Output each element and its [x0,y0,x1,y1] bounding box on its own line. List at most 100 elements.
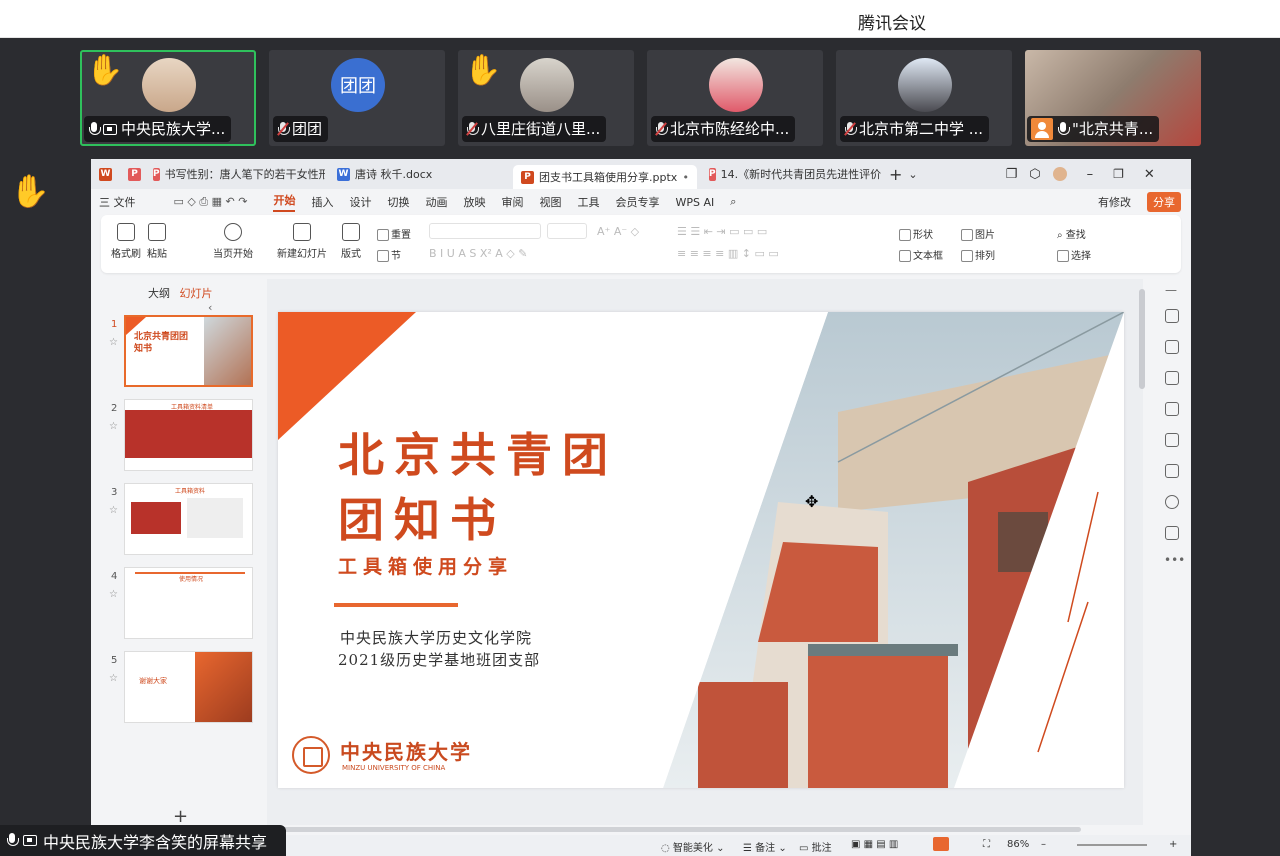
text-format-tools[interactable]: B I U A S X² A ◇ ✎ [429,247,527,260]
thumb-title: 谢谢大家 [139,677,167,685]
minimize-icon[interactable]: – [1087,167,1094,182]
menu-wps-ai[interactable]: WPS AI [675,196,714,209]
new-slide-button[interactable]: 新建幻灯片 [277,223,327,260]
more-icon[interactable]: ••• [1164,553,1185,567]
layout-button[interactable]: 版式 [341,223,361,260]
image-edit-icon[interactable] [1165,402,1179,416]
section-button[interactable]: 节 [377,247,401,262]
slide-thumb-5[interactable]: 谢谢大家 [124,651,253,723]
tab-label: 书写性别：唐人笔下的若干女性形象研 [164,168,325,181]
picture-button[interactable]: 图片 [961,226,995,241]
participant-tile-1[interactable]: ✋ 中央民族大学... [80,50,256,146]
format-brush-button[interactable]: 格式刷 [111,223,141,260]
search-icon[interactable]: ⌕ [730,195,736,209]
slideshow-play-button[interactable] [933,837,949,851]
menu-view[interactable]: 视图 [539,194,561,210]
list-tools[interactable]: ☰ ☰ ⇤ ⇥ ▭ ▭ ▭ [677,225,767,238]
screen-share-bar: 中央民族大学李含笑的屏幕共享 [0,825,286,856]
select-button[interactable]: 选择 [1057,247,1091,262]
star-icon[interactable]: ☆ [109,589,118,600]
plugin-icon[interactable] [1165,526,1179,540]
menu-tools[interactable]: 工具 [577,194,599,210]
add-slide-icon[interactable]: + [173,806,188,827]
slide-thumb-1[interactable]: 北京共青团团知书 [124,315,253,387]
wps-logo-icon[interactable]: W [99,167,112,181]
zoom-in-icon[interactable]: + [1169,839,1177,850]
tab-doc-3-active[interactable]: P 团支书工具箱使用分享.pptx • [513,165,697,189]
font-size-select[interactable] [547,223,587,239]
slide-thumb-4[interactable]: 使用情况 [124,567,253,639]
modified-button[interactable]: 有修改 [1098,194,1131,210]
font-size-tools[interactable]: A⁺ A⁻ ◇ [597,225,639,238]
user-avatar[interactable] [1052,167,1067,181]
raise-hand-icon[interactable]: ✋ [10,172,50,210]
mic-on-icon[interactable] [6,833,19,848]
comments-button[interactable]: ▭ 批注 [799,839,832,854]
find-button[interactable]: ⌕ 查找 [1057,226,1086,241]
mic-muted-icon [466,121,479,137]
participant-tile-6-video[interactable]: "北京共青... [1025,50,1201,146]
font-family-select[interactable] [429,223,541,239]
format-icon[interactable] [1165,464,1179,478]
zoom-level[interactable]: 86% [1007,839,1029,850]
horizontal-scrollbar[interactable] [281,827,1081,832]
arrange-button[interactable]: 排列 [961,247,995,262]
slide-canvas[interactable]: 北京共青团 团知书 工具箱使用分享 中央民族大学历史文化学院 2021级历史学基… [267,279,1143,825]
quick-tools-icons[interactable]: ▭ ◇ ⎙ ▦ ↶ ↷ [174,195,248,209]
menu-transition[interactable]: 切换 [387,194,409,210]
star-icon[interactable]: ☆ [109,673,118,684]
menu-slideshow[interactable]: 放映 [463,194,485,210]
star-icon[interactable] [1165,340,1179,354]
play-current-button[interactable]: 当页开始 [213,223,253,260]
reset-button[interactable]: 重置 [377,226,411,241]
tools-icon[interactable] [1165,433,1179,447]
zoom-slider[interactable] [1077,844,1147,846]
tab-outline[interactable]: 大纲 [148,287,170,300]
tab-doc-2[interactable]: W 唐诗 秋千.docx [329,162,509,186]
chevron-down-icon[interactable]: ⌄ [908,168,917,181]
star-icon[interactable]: ☆ [109,337,118,348]
menu-file[interactable]: 三 文件 [99,194,136,210]
close-icon[interactable]: ✕ [1144,167,1155,182]
vertical-scrollbar[interactable] [1139,289,1145,389]
beautify-button[interactable]: ◌ 智能美化 ⌄ [661,839,724,854]
duplicate-icon[interactable] [1165,371,1179,385]
participant-tile-3[interactable]: ✋ 八里庄街道八里... [458,50,634,146]
minus-icon[interactable]: — [1165,283,1177,297]
tab-doc-4[interactable]: P 14.《新时代共青团员先进性评价指导 [701,162,881,186]
menu-design[interactable]: 设计 [349,194,371,210]
paste-button[interactable]: 粘贴 [147,223,167,260]
collapse-icon[interactable]: ‹ [208,301,212,314]
menu-home[interactable]: 开始 [273,192,296,212]
share-button[interactable]: 分享 [1147,192,1181,212]
restore-icon[interactable]: ❐ [1113,167,1124,181]
align-tools[interactable]: ≡ ≡ ≡ ≡ ▥ ↕ ▭ ▭ [677,247,779,260]
window-layout-icon[interactable]: ❐ [1006,167,1018,182]
cube-icon[interactable]: ⬡ [1029,167,1040,182]
view-mode-icons[interactable]: ▣ ▦ ▤ ▥ [851,839,898,850]
menu-member[interactable]: 会员专享 [615,194,659,210]
participant-tile-4[interactable]: 北京市陈经纶中... [647,50,823,146]
slide-thumb-2[interactable]: 工具箱资料清单 [124,399,253,471]
slide-thumb-3[interactable]: 工具箱资料 [124,483,253,555]
slide-1[interactable]: 北京共青团 团知书 工具箱使用分享 中央民族大学历史文化学院 2021级历史学基… [278,312,1124,788]
new-tab-icon[interactable]: + [889,165,902,184]
button-label: 粘贴 [147,249,167,260]
star-icon[interactable]: ☆ [109,505,118,516]
help-icon[interactable] [1165,495,1179,509]
menu-insert[interactable]: 插入 [311,194,333,210]
pdf-icon[interactable]: P [128,167,141,181]
menu-animation[interactable]: 动画 [425,194,447,210]
settings-icon[interactable] [1165,309,1179,323]
zoom-out-icon[interactable]: – [1041,839,1046,850]
participant-tile-5[interactable]: 北京市第二中学 ... [836,50,1012,146]
fit-icon[interactable]: ⛶ [983,839,990,850]
notes-button[interactable]: ☰ 备注 ⌄ [743,839,787,854]
menu-review[interactable]: 审阅 [501,194,523,210]
participant-tile-2[interactable]: 团团 团团 [269,50,445,146]
star-icon[interactable]: ☆ [109,421,118,432]
tab-doc-1[interactable]: P 书写性别：唐人笔下的若干女性形象研 [145,162,325,186]
tab-slides[interactable]: 幻灯片 [180,287,213,300]
shape-button[interactable]: 形状 [899,226,933,241]
textbox-button[interactable]: 文本框 [899,247,943,262]
